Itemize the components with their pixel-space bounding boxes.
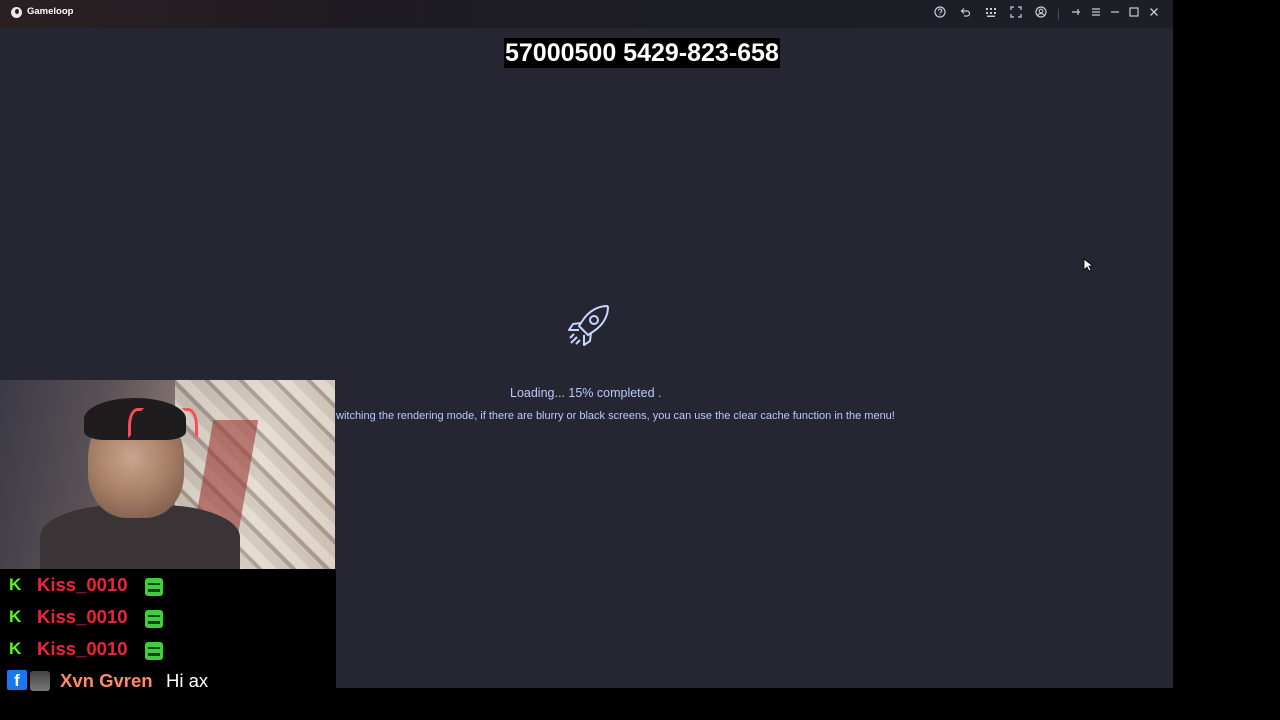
loading-status: Loading... 15% completed .: [510, 386, 662, 400]
toolbar-divider: [1058, 9, 1059, 20]
rocket-icon: [568, 305, 609, 346]
chat-username: Xvn Gvren: [60, 670, 153, 691]
green-face-emote-icon: [145, 578, 163, 596]
mouse-cursor-icon: [1083, 258, 1093, 272]
maximize-icon[interactable]: [1126, 6, 1142, 22]
green-face-emote-icon: [145, 610, 163, 628]
stream-chat-overlay: K Kiss_0010 K Kiss_0010 K Kiss_0010 f Xv…: [0, 569, 336, 700]
close-icon[interactable]: [1146, 6, 1162, 22]
loading-tip: witching the rendering mode, if there ar…: [336, 410, 895, 422]
webcam-overlay: [0, 380, 335, 569]
fullscreen-icon[interactable]: [1008, 6, 1024, 22]
title-bar[interactable]: Gameloop: [0, 0, 1173, 28]
chat-text: Hi ax: [166, 670, 209, 691]
kick-icon: K: [9, 639, 22, 658]
facebook-icon: f: [7, 670, 27, 690]
keymap-icon[interactable]: [983, 6, 999, 22]
chat-username: Kiss_0010: [37, 574, 128, 595]
kick-icon: K: [9, 607, 22, 626]
avatar: [30, 671, 50, 691]
green-face-emote-icon: [145, 642, 163, 660]
chat-username: Kiss_0010: [37, 606, 128, 627]
account-icon[interactable]: [1033, 6, 1049, 22]
chat-username: Kiss_0010: [37, 638, 128, 659]
kick-icon: K: [9, 575, 22, 594]
menu-icon[interactable]: [1088, 6, 1104, 22]
minimize-icon[interactable]: [1107, 6, 1123, 22]
gameloop-logo-icon: [11, 7, 22, 18]
help-icon[interactable]: [932, 6, 948, 22]
stream-number-overlay: 57000500 5429-823-658: [504, 38, 780, 68]
app-title: Gameloop: [27, 6, 74, 17]
undo-icon[interactable]: [957, 6, 973, 22]
pin-icon[interactable]: [1068, 6, 1084, 22]
